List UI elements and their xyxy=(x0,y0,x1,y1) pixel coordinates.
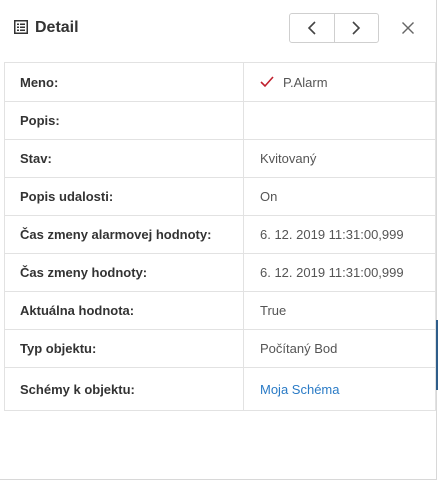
table-row: Čas zmeny hodnoty: 6. 12. 2019 11:31:00,… xyxy=(5,254,435,292)
detail-header: Detail xyxy=(0,0,436,58)
field-value: Kvitovaný xyxy=(260,151,317,166)
panel-title: Detail xyxy=(35,19,79,36)
field-label: Čas zmeny hodnoty: xyxy=(5,254,244,291)
table-row: Schémy k objektu: Moja Schéma xyxy=(5,368,435,411)
field-label: Popis: xyxy=(5,102,244,139)
detail-table: Meno: P.Alarm Popis: Stav: Kvitovaný Pop… xyxy=(4,62,436,411)
close-icon xyxy=(402,22,414,34)
table-row: Aktuálna hodnota: True xyxy=(5,292,435,330)
previous-button[interactable] xyxy=(290,14,334,42)
table-row: Popis: xyxy=(5,102,435,140)
field-value: Počítaný Bod xyxy=(260,341,338,356)
field-label: Aktuálna hodnota: xyxy=(5,292,244,329)
close-button[interactable] xyxy=(398,18,418,38)
record-navigation xyxy=(289,13,379,43)
object-name: P.Alarm xyxy=(283,74,328,90)
field-value: On xyxy=(260,189,278,204)
field-value xyxy=(244,102,435,139)
check-icon xyxy=(260,76,274,88)
field-label: Schémy k objektu: xyxy=(5,368,244,410)
table-row: Popis udalosti: On xyxy=(5,178,435,216)
field-label: Stav: xyxy=(5,140,244,177)
list-detail-icon xyxy=(14,20,28,34)
detail-panel: Detail Meno: P.Alarm Popis: Stav: Kvitov… xyxy=(0,0,437,480)
next-button[interactable] xyxy=(333,14,379,42)
field-value: P.Alarm xyxy=(244,63,435,101)
field-value: True xyxy=(260,303,287,318)
table-row: Meno: P.Alarm xyxy=(5,63,435,102)
field-label: Čas zmeny alarmovej hodnoty: xyxy=(5,216,244,253)
chevron-right-icon xyxy=(352,21,361,35)
table-row: Stav: Kvitovaný xyxy=(5,140,435,178)
chevron-left-icon xyxy=(307,21,316,35)
table-row: Čas zmeny alarmovej hodnoty: 6. 12. 2019… xyxy=(5,216,435,254)
field-value: Moja Schéma xyxy=(244,368,435,410)
schema-link[interactable]: Moja Schéma xyxy=(260,382,339,397)
field-value: 6. 12. 2019 11:31:00,999 xyxy=(260,227,404,242)
field-value: 6. 12. 2019 11:31:00,999 xyxy=(260,265,404,280)
field-label: Popis udalosti: xyxy=(5,178,244,215)
field-label: Typ objektu: xyxy=(5,330,244,367)
field-label: Meno: xyxy=(5,63,244,101)
table-row: Typ objektu: Počítaný Bod xyxy=(5,330,435,368)
